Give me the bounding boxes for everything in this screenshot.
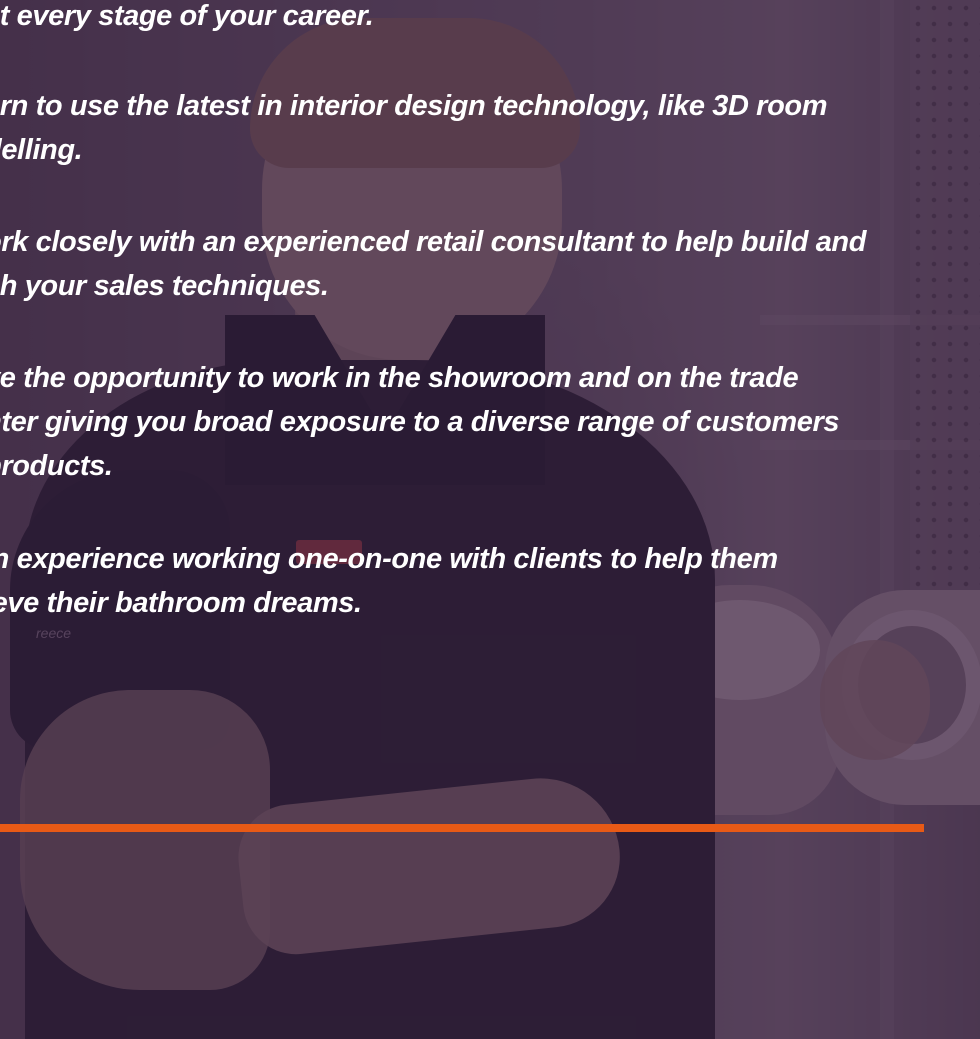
- hero-section: reece at every stage of your career. arn…: [0, 0, 980, 1039]
- benefit-paragraph: arn to use the latest in interior design…: [0, 90, 828, 166]
- accent-divider: [0, 824, 924, 832]
- benefit-paragraph: ork closely with an experienced retail c…: [0, 226, 867, 302]
- benefit-paragraph: ve the opportunity to work in the showro…: [0, 362, 840, 482]
- benefit-paragraph: in experience working one-on-one with cl…: [0, 543, 778, 619]
- intro-line: at every stage of your career.: [0, 0, 374, 32]
